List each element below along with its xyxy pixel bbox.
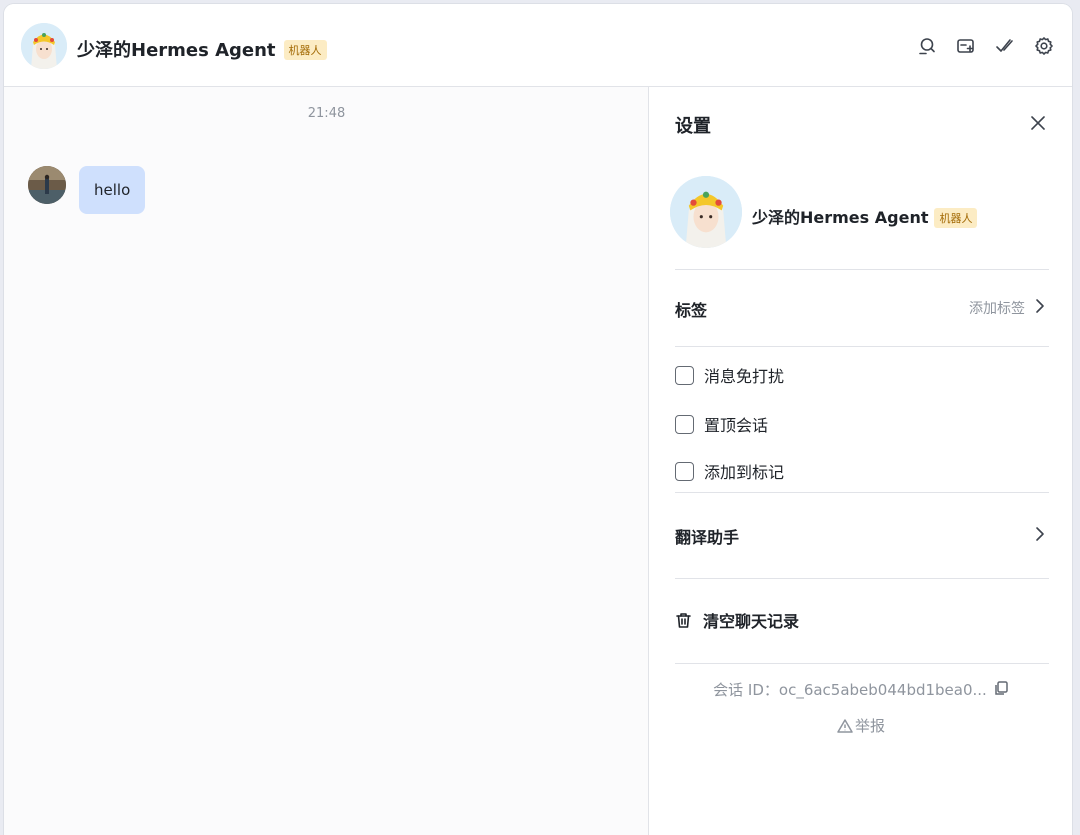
settings-button[interactable] [1033,35,1054,56]
divider [675,346,1049,347]
header-toolbar [916,35,1054,56]
translate-assistant-label: 翻译助手 [675,528,740,547]
trash-icon [676,612,691,628]
chat-window: 少泽的Hermes Agent 机器人 21:48 hello 设置 少泽的He… [4,4,1072,835]
tags-label: 标签 [675,301,708,320]
copy-icon[interactable] [993,680,1009,700]
report-button[interactable]: 举报 [650,715,1072,736]
chevron-right-icon [1033,526,1047,546]
profile-name: 少泽的Hermes Agent 机器人 [752,204,978,228]
flag-checkbox[interactable] [675,461,694,481]
settings-title: 设置 [675,116,711,137]
profile-avatar[interactable] [670,176,742,248]
add-tag-label: 添加标签 [969,301,1025,317]
chevron-right-icon [1033,298,1047,318]
session-id-row: 会话 ID：oc_6ac5abeb044bd1bea0... [650,679,1072,700]
user-avatar[interactable] [28,166,66,204]
mark-done-button[interactable] [994,35,1015,56]
close-settings-button[interactable] [1028,113,1048,133]
close-icon [1031,116,1045,130]
flag-label: 添加到标记 [704,463,785,482]
clear-history-button[interactable]: 清空聊天记录 [675,608,799,632]
message-timestamp: 21:48 [307,106,346,121]
pin-label: 置顶会话 [704,416,769,435]
profile-bot-badge: 机器人 [934,208,978,228]
warning-icon [837,718,853,733]
flag-option[interactable]: 添加到标记 [675,459,784,483]
session-id-text: 会话 ID：oc_6ac5abeb044bd1bea0... [713,681,987,699]
message-text: hello [94,181,131,199]
chat-title-text: 少泽的Hermes Agent [77,40,276,61]
clear-history-label: 清空聊天记录 [703,612,800,631]
translate-assistant-button[interactable] [1033,526,1047,546]
settings-panel: 设置 少泽的Hermes Agent 机器人 标签 添加标签 消息免打扰 置顶会… [650,87,1072,835]
bot-avatar[interactable] [21,23,67,69]
divider [675,578,1049,579]
message-bubble[interactable]: hello [79,166,146,214]
search-icon [918,37,935,54]
divider [675,269,1049,270]
add-group-icon [956,38,974,53]
checkmark-icon [995,38,1013,52]
profile-name-text: 少泽的Hermes Agent [752,208,929,227]
divider [675,663,1049,664]
add-tag-button[interactable]: 添加标签 [969,298,1047,318]
message-list[interactable]: 21:48 hello [4,87,649,835]
pin-option[interactable]: 置顶会话 [675,412,768,436]
search-chat-button[interactable] [916,35,937,56]
add-group-button[interactable] [955,35,976,56]
pin-checkbox[interactable] [675,414,694,434]
mute-option[interactable]: 消息免打扰 [675,363,784,387]
mute-checkbox[interactable] [675,365,694,385]
report-label: 举报 [854,717,885,735]
divider [675,492,1049,493]
gear-icon [1034,36,1053,55]
chat-header: 少泽的Hermes Agent 机器人 [4,4,1072,87]
bot-badge: 机器人 [283,40,327,60]
mute-label: 消息免打扰 [704,367,785,386]
chat-title: 少泽的Hermes Agent 机器人 [77,36,327,62]
